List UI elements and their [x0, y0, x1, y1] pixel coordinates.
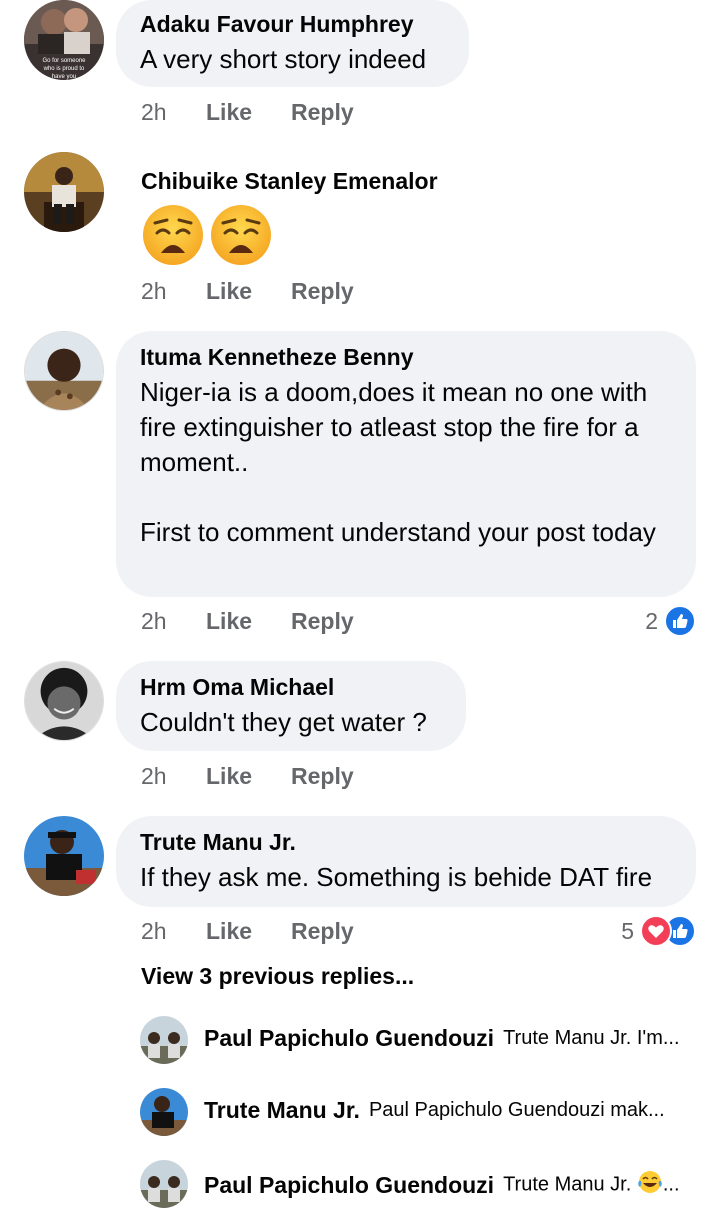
- avatar[interactable]: [24, 331, 104, 411]
- comment-author[interactable]: Ituma Kennetheze Benny: [140, 343, 670, 371]
- reply-item[interactable]: Trute Manu Jr. Paul Papichulo Guendouzi …: [204, 1097, 690, 1124]
- comment-time: 2h: [141, 278, 167, 304]
- like-button[interactable]: Like: [206, 99, 291, 126]
- reply-text: Trute Manu Jr. ...: [503, 1169, 680, 1201]
- avatar[interactable]: Go for someone who is proud to have you: [24, 0, 104, 80]
- view-previous-replies-link[interactable]: View 3 previous replies...: [141, 963, 414, 990]
- svg-text:have you: have you: [52, 74, 76, 80]
- reply-button[interactable]: Reply: [291, 763, 354, 790]
- comment-actions: 2h Like Reply: [141, 608, 354, 635]
- comment-actions: 2h Like Reply: [141, 278, 354, 305]
- reply-button[interactable]: Reply: [291, 608, 354, 635]
- comment-bubble[interactable]: Hrm Oma Michael Couldn't they get water …: [116, 661, 466, 751]
- svg-text:who is proud to: who is proud to: [43, 66, 85, 72]
- reaction-summary[interactable]: 2: [645, 605, 696, 637]
- comment-text: Couldn't they get water ?: [140, 707, 427, 737]
- comment-text: If they ask me. Something is behide DAT …: [140, 862, 653, 892]
- reply-author[interactable]: Trute Manu Jr.: [204, 1097, 360, 1124]
- reply-button[interactable]: Reply: [291, 918, 354, 945]
- reaction-summary[interactable]: 5: [621, 915, 696, 947]
- comment-actions: 2h Like Reply: [141, 99, 354, 126]
- comment-actions: 2h Like Reply: [141, 918, 354, 945]
- reply-author[interactable]: Paul Papichulo Guendouzi: [204, 1172, 494, 1199]
- comment-time: 2h: [141, 608, 167, 634]
- comment-author[interactable]: Hrm Oma Michael: [140, 673, 440, 701]
- comment-author[interactable]: Adaku Favour Humphrey: [140, 10, 443, 38]
- comment-bubble[interactable]: Ituma Kennetheze Benny Niger-ia is a doo…: [116, 331, 696, 597]
- comment-bubble[interactable]: Adaku Favour Humphrey A very short story…: [116, 0, 469, 87]
- reply-text: Trute Manu Jr. I'm...: [503, 1027, 680, 1049]
- comment-time: 2h: [141, 918, 167, 944]
- love-icon: [640, 915, 672, 947]
- like-button[interactable]: Like: [206, 278, 291, 305]
- like-button[interactable]: Like: [206, 763, 291, 790]
- reply-author[interactable]: Paul Papichulo Guendouzi: [204, 1025, 494, 1052]
- reaction-count: 5: [621, 917, 634, 944]
- weary-face-icon: [141, 203, 205, 272]
- reply-text-content: Trute Manu Jr.: [503, 1173, 632, 1196]
- weary-face-icon: [209, 203, 273, 272]
- comment-time: 2h: [141, 99, 167, 125]
- comment-text: Niger-ia is a doom,does it mean no one w…: [140, 377, 656, 547]
- avatar[interactable]: [24, 816, 104, 896]
- reply-item[interactable]: Paul Papichulo Guendouzi Trute Manu Jr. …: [204, 1169, 690, 1201]
- comment-time: 2h: [141, 763, 167, 789]
- comment-actions: 2h Like Reply: [141, 763, 354, 790]
- comment-bubble[interactable]: Trute Manu Jr. If they ask me. Something…: [116, 816, 696, 907]
- comment-author[interactable]: Chibuike Stanley Emenalor: [141, 167, 438, 195]
- avatar[interactable]: [24, 661, 104, 741]
- svg-text:Go for someone: Go for someone: [42, 58, 86, 64]
- avatar[interactable]: [140, 1160, 188, 1208]
- tears-of-joy-icon: [637, 1169, 663, 1201]
- reply-button[interactable]: Reply: [291, 278, 354, 305]
- reply-button[interactable]: Reply: [291, 99, 354, 126]
- reaction-count: 2: [645, 607, 658, 634]
- avatar[interactable]: [24, 152, 104, 232]
- comment-author[interactable]: Trute Manu Jr.: [140, 828, 670, 856]
- like-icon: [664, 605, 696, 637]
- like-button[interactable]: Like: [206, 918, 291, 945]
- comment-text: A very short story indeed: [140, 44, 427, 74]
- reply-text: Paul Papichulo Guendouzi mak...: [368, 1099, 665, 1121]
- emoji-comment: [141, 203, 273, 272]
- reply-item[interactable]: Paul Papichulo Guendouzi Trute Manu Jr. …: [204, 1025, 690, 1052]
- reply-ellipsis: ...: [662, 1173, 680, 1196]
- avatar[interactable]: [140, 1016, 188, 1064]
- avatar[interactable]: [140, 1088, 188, 1136]
- like-button[interactable]: Like: [206, 608, 291, 635]
